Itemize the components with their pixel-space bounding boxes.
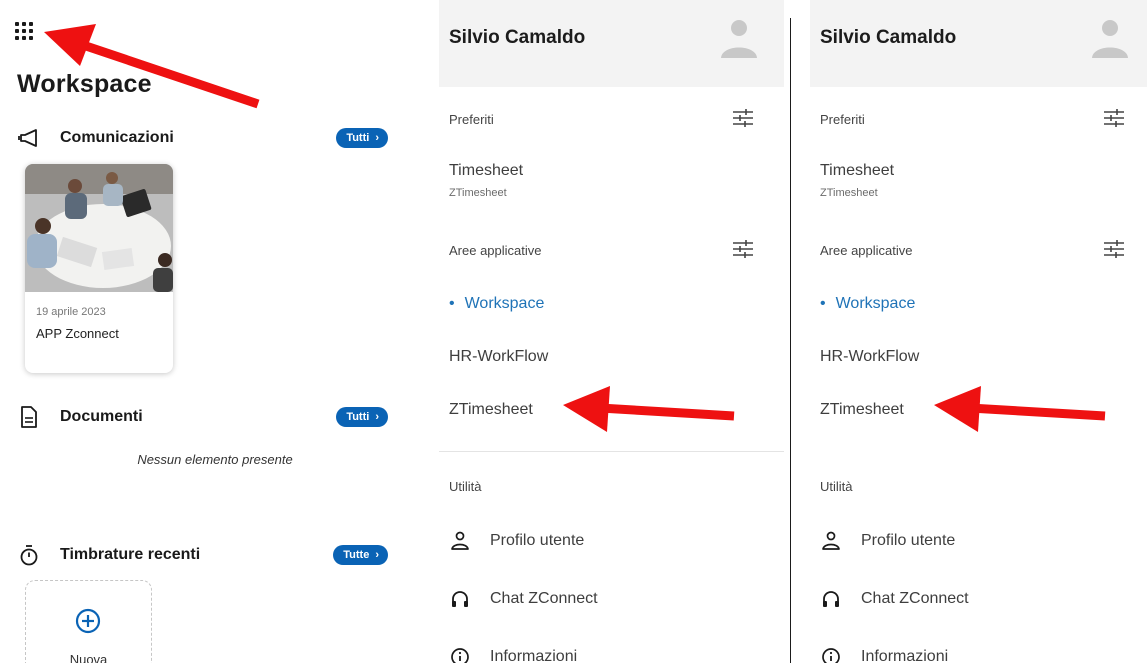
- util-profilo-utente[interactable]: Profilo utente: [820, 530, 955, 552]
- avatar-icon[interactable]: [719, 16, 759, 65]
- news-card[interactable]: 19 aprile 2023 APP Zconnect: [25, 164, 173, 373]
- workspace-screen: Workspace Comunicazioni Tutti › 19 april…: [0, 0, 400, 663]
- megaphone-icon: [16, 125, 42, 151]
- user-name: Silvio Camaldo: [449, 27, 586, 48]
- menu-header: Silvio Camaldo: [810, 0, 1147, 87]
- area-item-hr-workflow[interactable]: HR-WorkFlow: [820, 348, 919, 366]
- chevron-right-icon: ›: [375, 411, 379, 423]
- aree-label: Aree applicative: [820, 243, 913, 258]
- meeting-photo: [25, 164, 173, 292]
- add-circle-icon: [74, 607, 102, 640]
- chevron-right-icon: ›: [375, 549, 379, 561]
- panel-divider: [790, 18, 791, 663]
- button-label: Tutti: [346, 132, 370, 144]
- util-label: Informazioni: [490, 648, 578, 663]
- util-informazioni[interactable]: Informazioni: [820, 646, 948, 663]
- info-icon: [820, 646, 842, 663]
- area-label: Workspace: [835, 295, 916, 312]
- news-title: APP Zconnect: [36, 326, 119, 341]
- button-label: Tutti: [346, 411, 370, 423]
- favorite-timesheet-sub: ZTimesheet: [820, 187, 878, 199]
- util-label: Informazioni: [861, 648, 949, 663]
- util-informazioni[interactable]: Informazioni: [449, 646, 577, 663]
- favorite-timesheet-sub: ZTimesheet: [449, 187, 507, 199]
- area-item-ztimesheet[interactable]: ZTimesheet: [449, 401, 533, 419]
- aree-label: Aree applicative: [449, 243, 542, 258]
- section-label: Documenti: [60, 408, 143, 425]
- all-comunicazioni-button[interactable]: Tutti ›: [336, 128, 388, 148]
- area-item-workspace[interactable]: • Workspace: [820, 295, 915, 313]
- new-timbratura-label: Nuova: [69, 652, 108, 663]
- section-label: Comunicazioni: [60, 129, 174, 146]
- util-chat-zconnect[interactable]: Chat ZConnect: [449, 588, 598, 610]
- favorite-timesheet[interactable]: Timesheet: [820, 162, 894, 180]
- tune-settings-icon[interactable]: [1103, 108, 1125, 133]
- user-name: Silvio Camaldo: [820, 27, 957, 48]
- person-icon: [449, 530, 471, 552]
- all-documenti-button[interactable]: Tutti ›: [336, 407, 388, 427]
- side-menu-2: Silvio Camaldo Preferiti Timesheet ZTime…: [810, 0, 1147, 663]
- section-label: Timbrature recenti: [60, 546, 201, 563]
- info-icon: [449, 646, 471, 663]
- util-chat-zconnect[interactable]: Chat ZConnect: [820, 588, 969, 610]
- side-menu-1: Silvio Camaldo Preferiti Timesheet ZTime…: [439, 0, 784, 663]
- tune-settings-icon[interactable]: [732, 239, 754, 264]
- tune-settings-icon[interactable]: [732, 108, 754, 133]
- area-item-workspace[interactable]: • Workspace: [449, 295, 544, 313]
- util-label: Chat ZConnect: [861, 590, 969, 607]
- area-item-ztimesheet[interactable]: ZTimesheet: [820, 401, 904, 419]
- tune-settings-icon[interactable]: [1103, 239, 1125, 264]
- new-timbratura-card[interactable]: Nuova: [25, 580, 152, 663]
- menu-header: Silvio Camaldo: [439, 0, 784, 87]
- news-date: 19 aprile 2023: [36, 306, 106, 318]
- documents-empty-message: Nessun elemento presente: [137, 452, 293, 467]
- active-dot-icon: •: [449, 295, 455, 312]
- apps-grid-icon[interactable]: [14, 20, 38, 42]
- all-timbrature-button[interactable]: Tutte ›: [333, 545, 388, 565]
- headset-icon: [820, 588, 842, 610]
- favorite-timesheet[interactable]: Timesheet: [449, 162, 523, 180]
- util-label: Chat ZConnect: [490, 590, 598, 607]
- page-title: Workspace: [17, 70, 152, 98]
- area-label: Workspace: [464, 295, 545, 312]
- headset-icon: [449, 588, 471, 610]
- divider: [439, 451, 784, 452]
- util-label: Profilo utente: [861, 532, 956, 549]
- area-item-hr-workflow[interactable]: HR-WorkFlow: [449, 348, 548, 366]
- util-profilo-utente[interactable]: Profilo utente: [449, 530, 584, 552]
- active-dot-icon: •: [820, 295, 826, 312]
- preferiti-label: Preferiti: [449, 112, 494, 127]
- section-timbrature: Timbrature recenti Tutte ›: [16, 541, 388, 569]
- avatar-icon[interactable]: [1090, 16, 1130, 65]
- chevron-right-icon: ›: [375, 132, 379, 144]
- section-documenti: Documenti Tutti ›: [16, 403, 388, 431]
- stopwatch-icon: [16, 542, 42, 568]
- section-comunicazioni: Comunicazioni Tutti ›: [16, 124, 388, 152]
- button-label: Tutte: [343, 549, 370, 561]
- utilita-label: Utilità: [820, 479, 853, 494]
- document-icon: [16, 404, 42, 430]
- person-icon: [820, 530, 842, 552]
- utilita-label: Utilità: [449, 479, 482, 494]
- util-label: Profilo utente: [490, 532, 585, 549]
- preferiti-label: Preferiti: [820, 112, 865, 127]
